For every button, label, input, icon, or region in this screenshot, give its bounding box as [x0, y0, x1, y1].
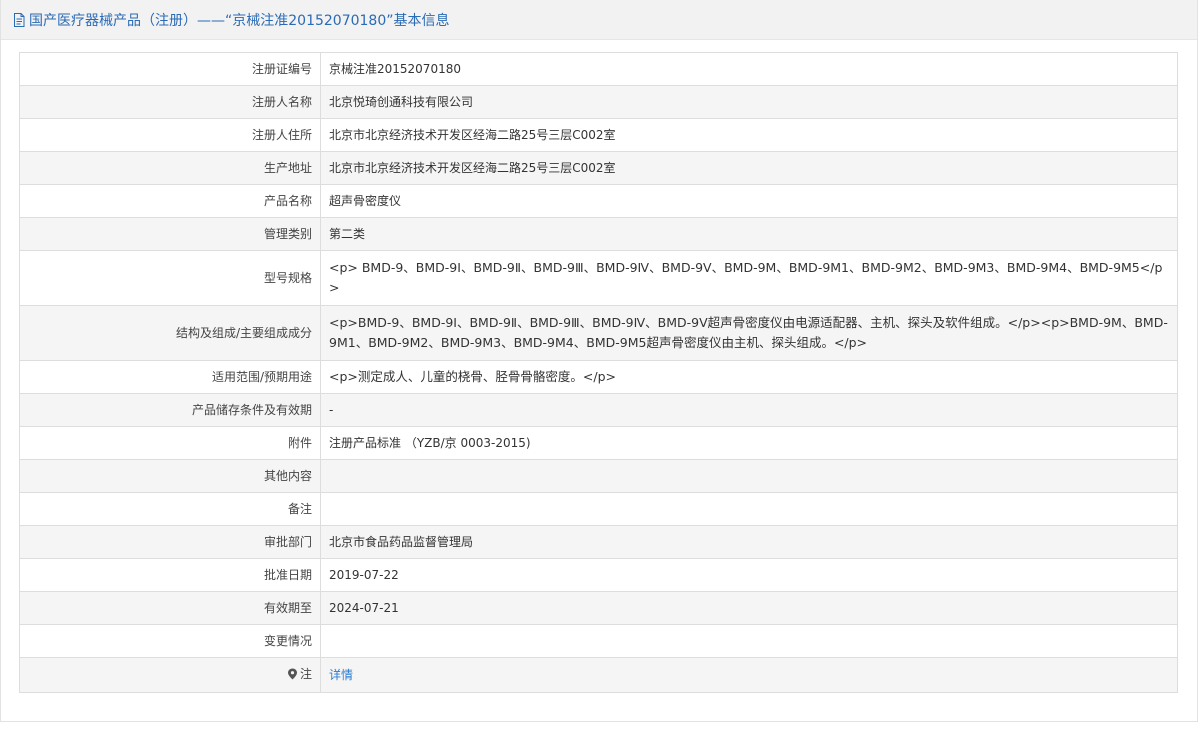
row-value: 北京市北京经济技术开发区经海二路25号三层C002室	[320, 118, 1178, 152]
table-row: 适用范围/预期用途 <p>测定成人、儿童的桡骨、胫骨骨骼密度。</p>	[19, 360, 1178, 394]
note-value-cell: 详情	[320, 657, 1178, 693]
table-row: 备注	[19, 492, 1178, 526]
row-label: 变更情况	[19, 624, 321, 658]
table-row: 管理类别 第二类	[19, 217, 1178, 251]
table-row: 注册人住所 北京市北京经济技术开发区经海二路25号三层C002室	[19, 118, 1178, 152]
row-label: 注册人住所	[19, 118, 321, 152]
note-row: 注 详情	[19, 657, 1178, 693]
note-label-cell: 注	[19, 657, 321, 693]
row-label: 管理类别	[19, 217, 321, 251]
panel-header: 国产医疗器械产品（注册）——“京械注准20152070180”基本信息	[1, 0, 1197, 40]
info-panel: 国产医疗器械产品（注册）——“京械注准20152070180”基本信息 注册证编…	[0, 0, 1198, 722]
registration-info-table: 注册证编号 京械注准20152070180 注册人名称 北京悦琦创通科技有限公司…	[19, 52, 1178, 693]
row-value: <p> BMD-9、BMD-9Ⅰ、BMD-9Ⅱ、BMD-9Ⅲ、BMD-9Ⅳ、BM…	[320, 250, 1178, 306]
table-row: 注册证编号 京械注准20152070180	[19, 52, 1178, 86]
row-value: <p>测定成人、儿童的桡骨、胫骨骨骼密度。</p>	[320, 360, 1178, 394]
map-pin-icon	[287, 668, 298, 680]
table-row: 型号规格 <p> BMD-9、BMD-9Ⅰ、BMD-9Ⅱ、BMD-9Ⅲ、BMD-…	[19, 250, 1178, 306]
row-value: 2019-07-22	[320, 558, 1178, 592]
table-row: 附件 注册产品标准 （YZB/京 0003-2015)	[19, 426, 1178, 460]
row-value: 北京市食品药品监督管理局	[320, 525, 1178, 559]
row-label: 产品储存条件及有效期	[19, 393, 321, 427]
row-label: 生产地址	[19, 151, 321, 185]
table-row: 审批部门 北京市食品药品监督管理局	[19, 525, 1178, 559]
table-row: 结构及组成/主要组成成分 <p>BMD-9、BMD-9Ⅰ、BMD-9Ⅱ、BMD-…	[19, 305, 1178, 361]
note-label-text: 注	[299, 667, 312, 681]
row-label: 注册人名称	[19, 85, 321, 119]
row-value: 注册产品标准 （YZB/京 0003-2015)	[320, 426, 1178, 460]
row-value: 京械注准20152070180	[320, 52, 1178, 86]
row-label: 有效期至	[19, 591, 321, 625]
row-label: 结构及组成/主要组成成分	[19, 305, 321, 361]
row-label: 附件	[19, 426, 321, 460]
row-value	[320, 459, 1178, 493]
page-title: 国产医疗器械产品（注册）——“京械注准20152070180”基本信息	[29, 12, 450, 29]
row-label: 适用范围/预期用途	[19, 360, 321, 394]
row-label: 产品名称	[19, 184, 321, 218]
table-row: 变更情况	[19, 624, 1178, 658]
row-value: 2024-07-21	[320, 591, 1178, 625]
document-icon	[11, 12, 27, 28]
note-label: 注	[287, 664, 312, 684]
row-value: 第二类	[320, 217, 1178, 251]
table-row: 产品名称 超声骨密度仪	[19, 184, 1178, 218]
row-value: 超声骨密度仪	[320, 184, 1178, 218]
table-row: 批准日期 2019-07-22	[19, 558, 1178, 592]
table-row: 产品储存条件及有效期 -	[19, 393, 1178, 427]
table-row: 注册人名称 北京悦琦创通科技有限公司	[19, 85, 1178, 119]
row-label: 其他内容	[19, 459, 321, 493]
row-label: 注册证编号	[19, 52, 321, 86]
row-value	[320, 492, 1178, 526]
row-value: 北京悦琦创通科技有限公司	[320, 85, 1178, 119]
table-row: 有效期至 2024-07-21	[19, 591, 1178, 625]
table-row: 其他内容	[19, 459, 1178, 493]
row-label: 批准日期	[19, 558, 321, 592]
table-row: 生产地址 北京市北京经济技术开发区经海二路25号三层C002室	[19, 151, 1178, 185]
row-label: 型号规格	[19, 250, 321, 306]
row-value	[320, 624, 1178, 658]
row-value: <p>BMD-9、BMD-9Ⅰ、BMD-9Ⅱ、BMD-9Ⅲ、BMD-9Ⅳ、BMD…	[320, 305, 1178, 361]
row-value: 北京市北京经济技术开发区经海二路25号三层C002室	[320, 151, 1178, 185]
row-label: 审批部门	[19, 525, 321, 559]
row-label: 备注	[19, 492, 321, 526]
details-link[interactable]: 详情	[329, 668, 353, 682]
row-value: -	[320, 393, 1178, 427]
